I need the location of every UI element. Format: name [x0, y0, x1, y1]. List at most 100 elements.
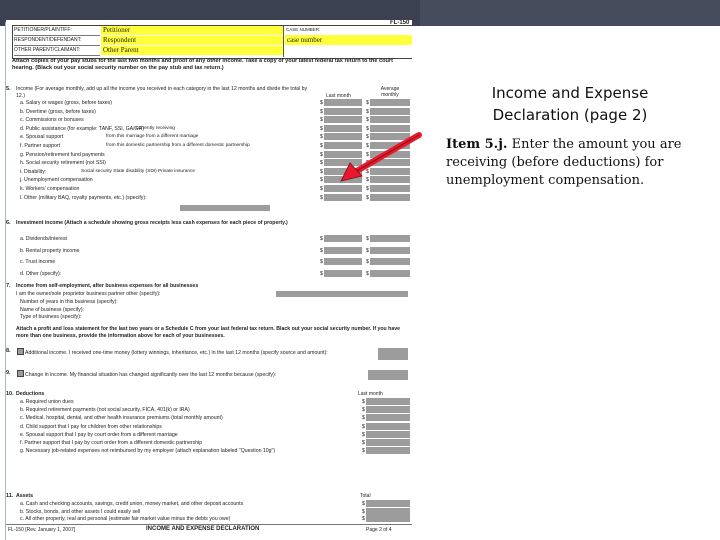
case-number-cell: CASE NUMBER: case number	[283, 26, 412, 57]
s5-item-2: b. Overtime (gross, before taxes)	[20, 108, 96, 115]
s9-explanation-field	[368, 370, 408, 380]
s5-dollar-10-1: $	[320, 177, 323, 184]
top-bar-accent	[420, 0, 720, 26]
s10-item-3: c. Medical, hospital, dental, and other …	[20, 415, 223, 422]
s10-field-7-1	[366, 447, 410, 455]
s6-field-3-1	[324, 258, 362, 265]
s5l-specify-field	[180, 205, 270, 211]
form-footer: FL-150 [Rev. January 1, 2007] INCOME AND…	[6, 524, 412, 536]
s7-item-1: Number of years in this business (specif…	[20, 299, 118, 305]
s10-field-5-1	[366, 430, 410, 438]
slide-body-text: Item 5.j. Enter the amount you are recei…	[446, 136, 708, 190]
s10-dollar-1-1: $	[362, 399, 365, 405]
s5-dollar-9-1: $	[320, 168, 323, 175]
s7-item-2: Name of business (specify):	[20, 306, 85, 313]
s10-field-6-1	[366, 439, 410, 446]
section-6-heading: Investment income (Attach a schedule sho…	[16, 220, 288, 226]
col-average-monthly: Average monthly	[380, 86, 400, 98]
s11-dollar-2-1: $	[362, 508, 365, 515]
s11-dollar-3-1: $	[362, 516, 365, 522]
s5-item-10: j. Unemployment compensation	[20, 177, 93, 184]
s11-field-3-1	[366, 515, 410, 522]
s9-checkbox	[17, 370, 24, 377]
section-5-heading: Income (For average monthly, add up all …	[16, 86, 308, 99]
s5-dollar-7-1: $	[320, 151, 323, 158]
s10-dollar-6-1: $	[362, 440, 365, 446]
s10-item-2: b. Required retirement payments (not soc…	[20, 407, 190, 414]
form-page-image: FL-150 PETITIONER/PLAINTIFF: Petitioner …	[6, 20, 412, 536]
s5-dollar-1-2: $	[366, 100, 369, 106]
respondent-value: Respondent	[101, 36, 283, 45]
s5-item-5: e. Spousal support	[20, 134, 64, 141]
s6-item-2: b. Rental property income	[20, 247, 80, 254]
case-number-label: CASE NUMBER:	[286, 27, 321, 32]
s6-field-3-2	[370, 258, 410, 265]
section-7-heading: Income from self-employment, after busin…	[16, 283, 199, 289]
s5-dollar-12-2: $	[366, 194, 369, 201]
slide-title: Income and Expense Declaration (page 2)	[425, 82, 715, 126]
s5-dollar-6-1: $	[320, 143, 323, 149]
s10-item-4: d. Child support that I pay for children…	[20, 423, 162, 430]
s5-item-1: a. Salary or wages (gross, before taxes)	[20, 100, 112, 106]
s6-dollar-4-1: $	[320, 270, 323, 277]
s5-item-11: k. Workers' compensation	[20, 186, 80, 192]
case-number-value: case number	[285, 35, 412, 45]
s5-field-12-1	[324, 193, 362, 201]
section-5-number: 5.	[6, 86, 11, 92]
footer-form-rev: FL-150 [Rev. January 1, 2007]	[8, 527, 76, 533]
s5-field-1-1	[324, 99, 362, 106]
s10-field-4-1	[366, 422, 410, 430]
s10-dollar-4-1: $	[362, 423, 365, 430]
arrow-shaft-edge	[354, 134, 420, 173]
s5-field-3-1	[324, 116, 362, 124]
section-11-number: 11.	[6, 493, 14, 499]
s6-field-4-1	[324, 269, 362, 277]
s11-field-1-1	[366, 500, 410, 507]
section-8-text: Additional income. I received one-time m…	[16, 348, 376, 357]
s5-dollar-3-1: $	[320, 117, 323, 124]
petitioner-label: PETITIONER/PLAINTIFF:	[14, 26, 100, 36]
item-label: Item 5.j.	[446, 137, 508, 152]
arrow-head	[340, 162, 363, 182]
s11-dollar-1-1: $	[362, 501, 365, 507]
petitioner-value: Petitioner	[101, 26, 283, 35]
section-10-heading: Deductions	[16, 391, 45, 397]
s10-dollar-5-1: $	[362, 431, 365, 438]
s6-field-1-1	[324, 235, 362, 242]
section-6-number: 6.	[6, 220, 11, 226]
section-7-attach-note: Attach a profit and loss statement for t…	[16, 326, 400, 339]
attach-instructions: Attach copies of your pay stubs for the …	[12, 58, 393, 71]
s10-col-last-month: Last month	[358, 391, 383, 397]
s5-extra-4: currently receiving	[136, 125, 175, 131]
s6-field-2-1	[324, 246, 362, 254]
red-pointer-arrow	[340, 132, 422, 182]
s6-item-4: d. Other (specify):	[20, 270, 62, 277]
s5-field-12-2	[370, 193, 410, 201]
s11-col-total: Total	[360, 493, 371, 499]
footer-title: INCOME AND EXPENSE DECLARATION	[146, 526, 260, 532]
s8-amount-field	[378, 348, 408, 360]
slide-title-line-2: Declaration (page 2)	[492, 106, 648, 124]
s5-extra-5: from this marriage from a different marr…	[106, 134, 199, 140]
section-10-number: 10.	[6, 391, 14, 397]
s5-dollar-3-2: $	[366, 117, 369, 124]
s10-field-1-1	[366, 398, 410, 405]
s10-field-2-1	[366, 406, 410, 414]
s6-item-3: c. Trust income	[20, 259, 56, 265]
s5-item-3: c. Commissions or bonuses	[20, 117, 84, 124]
s6-dollar-2-1: $	[320, 247, 323, 254]
s5-extra-6: from this domestic partnership from a di…	[106, 143, 250, 148]
s5-field-1-2	[370, 99, 410, 106]
section-7-role-line: I am the owner/sole proprietor business …	[16, 291, 161, 297]
s10-dollar-7-1: $	[362, 448, 365, 455]
s5-item-7: g. Pension/retirement fund payments	[20, 151, 105, 158]
s5-dollar-1-1: $	[320, 100, 323, 106]
s5-dollar-2-2: $	[366, 108, 369, 115]
respondent-label: RESPONDENT/DEFENDANT:	[14, 36, 100, 46]
s5-dollar-8-1: $	[320, 160, 323, 167]
s10-item-5: e. Spousal support that I pay by court o…	[20, 431, 178, 438]
s6-dollar-1-1: $	[320, 236, 323, 242]
s5-field-2-2	[370, 107, 410, 115]
s5-item-6: f. Partner support	[20, 143, 61, 149]
s5-item-8: h. Social security retirement (not SSI)	[20, 160, 106, 167]
